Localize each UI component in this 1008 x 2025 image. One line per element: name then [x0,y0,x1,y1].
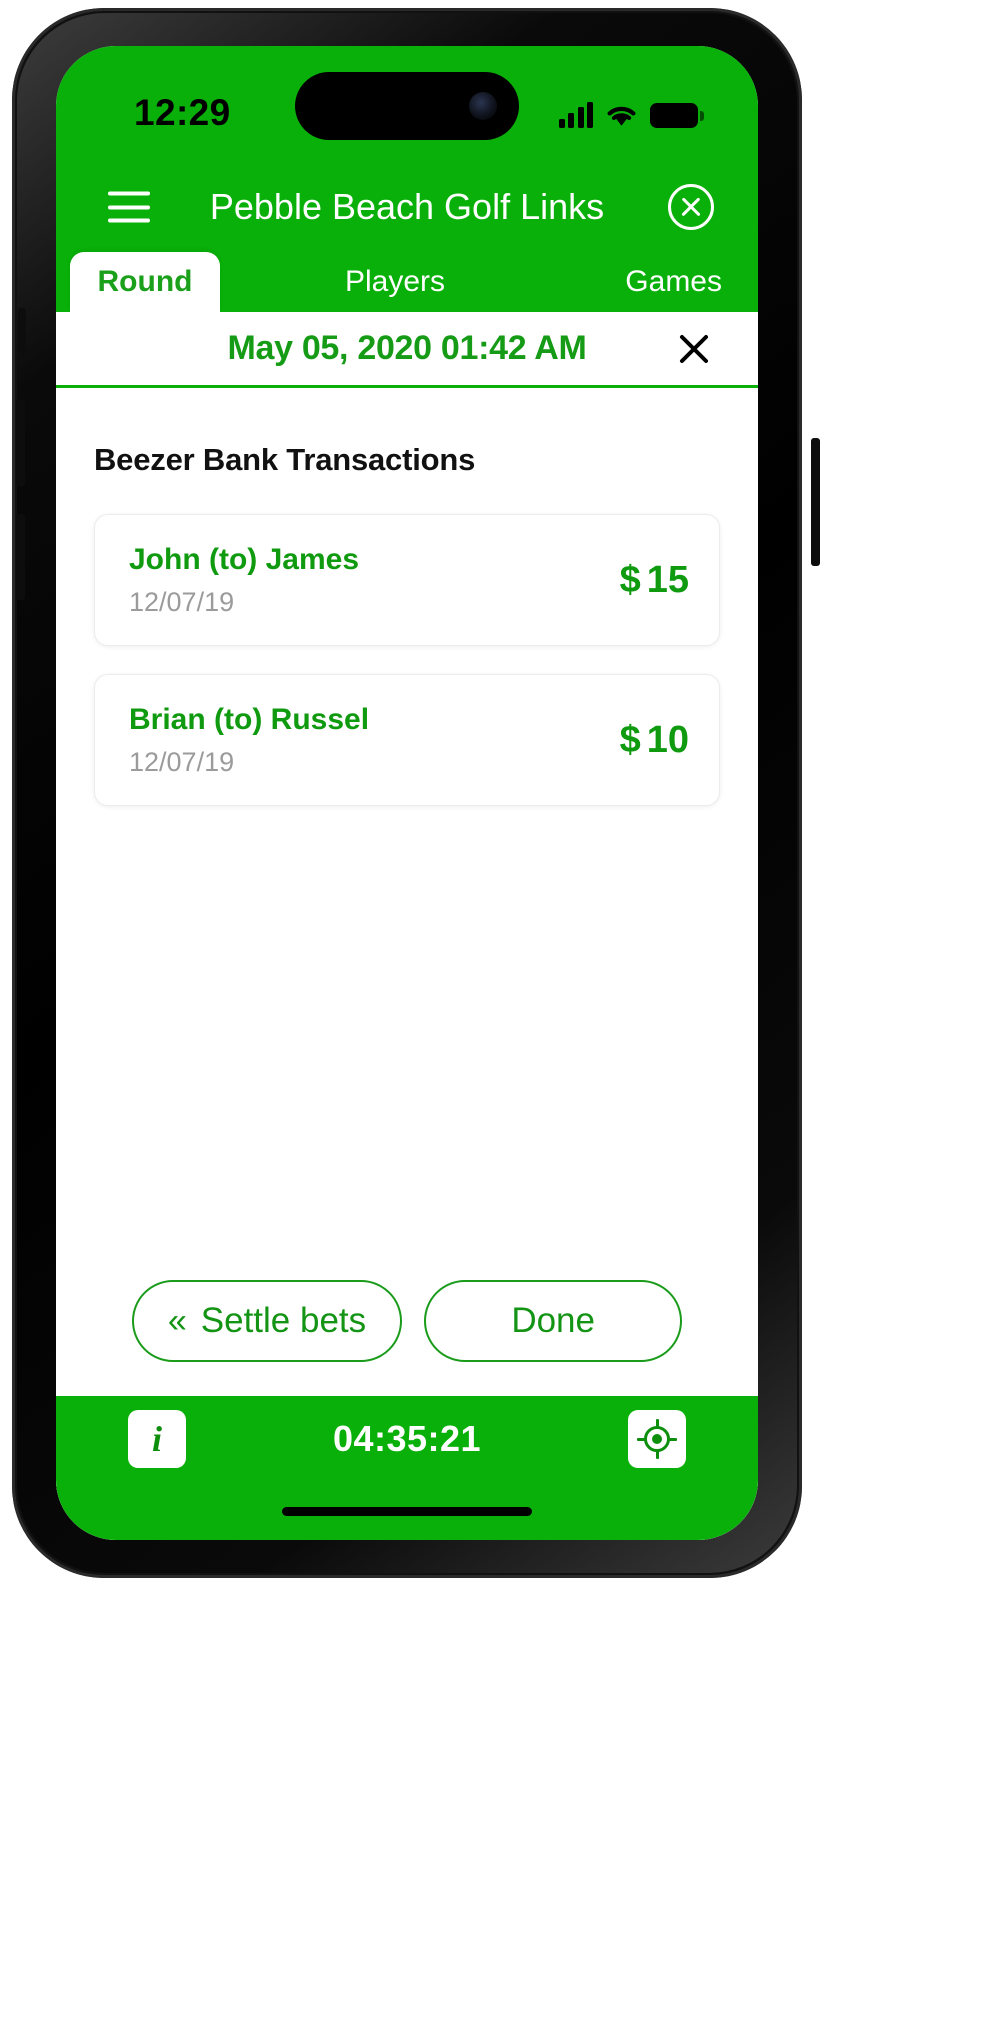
wifi-icon [605,102,638,128]
transactions-panel: Beezer Bank Transactions John (to) James… [56,388,758,1396]
home-indicator-area [56,1482,758,1540]
amount-value: 10 [646,719,689,761]
home-indicator[interactable] [282,1506,532,1516]
tab-bar: Round Players Games [56,250,758,312]
info-button[interactable]: i [128,1410,186,1468]
transaction-amount: $ 15 [620,561,689,599]
round-date-bar: May 05, 2020 01:42 AM [56,312,758,388]
amount-value: 15 [646,559,689,601]
cellular-signal-icon [558,102,593,128]
status-bar: 12:29 [56,46,758,164]
transaction-details: Brian (to) Russel 12/07/19 [129,703,369,778]
tab-round[interactable]: Round [70,252,220,312]
tab-games[interactable]: Games [548,265,758,312]
phone-screen: 12:29 Pebble Beach Golf Links Round Play… [56,46,758,1540]
transaction-row[interactable]: John (to) James 12/07/19 $ 15 [94,514,720,646]
section-heading: Beezer Bank Transactions [94,442,476,477]
transaction-amount: $ 10 [620,721,689,759]
battery-icon [650,103,698,128]
gps-button[interactable] [628,1410,686,1468]
screen-body: May 05, 2020 01:42 AM Beezer Bank Transa… [56,312,758,1540]
volume-down-button[interactable] [16,514,25,600]
transaction-date: 12/07/19 [129,586,235,617]
hamburger-menu-icon[interactable] [108,191,150,223]
phone-frame: 12:29 Pebble Beach Golf Links Round Play… [12,8,820,1578]
transaction-parties: Brian (to) Russel [129,702,370,736]
volume-up-button[interactable] [16,400,25,486]
currency-symbol: $ [619,559,641,601]
double-chevron-left-icon: « [167,1302,187,1340]
transaction-details: John (to) James 12/07/19 [129,543,359,618]
transaction-row[interactable]: Brian (to) Russel 12/07/19 $ 10 [94,674,720,806]
tab-players[interactable]: Players [242,265,548,312]
settle-bets-button[interactable]: « Settle bets [131,1280,403,1362]
info-icon: i [151,1419,162,1459]
transactions-list: John (to) James 12/07/19 $ 15 Brian (to)… [94,514,720,806]
settle-bets-label: Settle bets [200,1301,367,1340]
dynamic-island [295,72,519,140]
power-button[interactable] [811,438,820,566]
done-label: Done [511,1301,595,1340]
page-title: Pebble Beach Golf Links [209,186,605,227]
circle-close-icon[interactable] [668,184,714,230]
round-date-time: May 05, 2020 01:42 AM [227,329,587,367]
currency-symbol: $ [619,719,641,761]
gps-crosshair-icon [637,1419,677,1459]
action-button-row: « Settle bets Done [56,1280,758,1362]
app-nav-bar: Pebble Beach Golf Links [56,164,758,250]
silent-switch-button[interactable] [18,308,26,354]
done-button[interactable]: Done [424,1280,683,1362]
bottom-toolbar: i 04:35:21 [56,1396,758,1482]
device-wrapper: 12:29 Pebble Beach Golf Links Round Play… [0,0,1008,2025]
transaction-date: 12/07/19 [129,746,235,777]
status-bar-indicators [558,90,698,128]
round-timer: 04:35:21 [332,1418,482,1459]
front-camera-icon [469,92,497,120]
status-bar-clock: 12:29 [134,92,231,133]
transaction-parties: John (to) James [129,542,360,576]
close-x-icon[interactable] [674,329,714,369]
